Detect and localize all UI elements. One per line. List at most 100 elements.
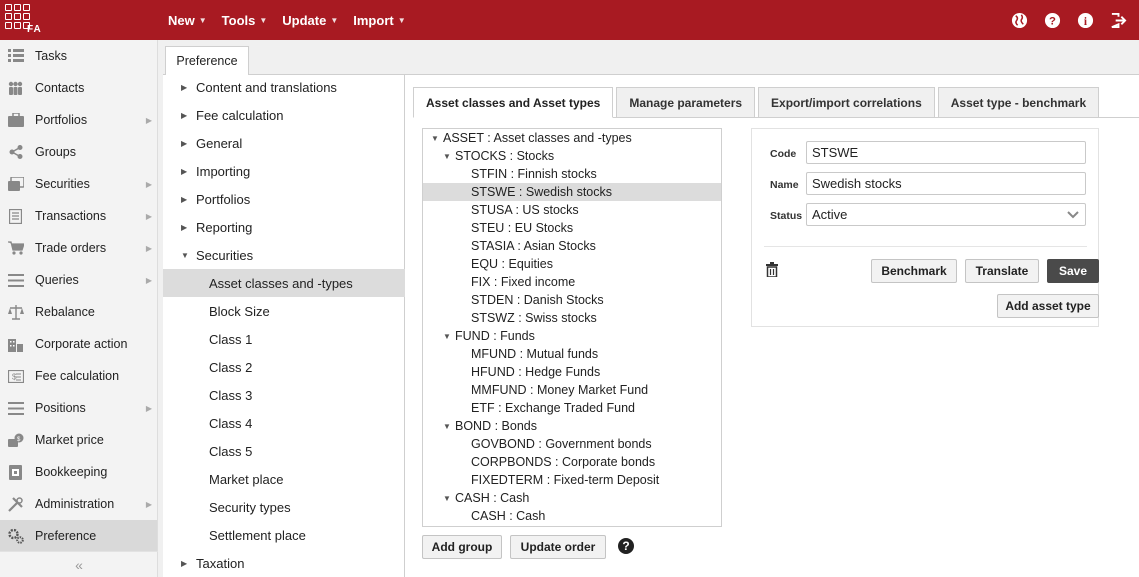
tree-item-settlement-place[interactable]: Settlement place xyxy=(163,521,405,549)
sidebar-item-tasks[interactable]: Tasks xyxy=(0,40,157,72)
sidebar-item-rebalance[interactable]: Rebalance xyxy=(0,296,157,328)
expand-arrow-icon[interactable]: ▶ xyxy=(181,167,193,176)
tree-item-class-5[interactable]: Class 5 xyxy=(163,437,405,465)
app-logo[interactable]: FA xyxy=(5,4,45,36)
translate-button[interactable]: Translate xyxy=(965,259,1039,283)
asset-tree-node[interactable]: ▼ CASH : Cash xyxy=(423,489,721,507)
sidebar-item-groups[interactable]: Groups xyxy=(0,136,157,168)
expand-arrow-icon[interactable]: ▶ xyxy=(181,223,193,232)
sidebar-item-queries[interactable]: Queries ▶ xyxy=(0,264,157,296)
asset-tree-node[interactable]: STSWZ : Swiss stocks xyxy=(423,309,721,327)
asset-tree-node[interactable]: STEU : EU Stocks xyxy=(423,219,721,237)
globe-icon[interactable] xyxy=(1010,11,1028,29)
tree-item-market-place[interactable]: Market place xyxy=(163,465,405,493)
gears-icon xyxy=(7,528,24,545)
tree-item-class-3[interactable]: Class 3 xyxy=(163,381,405,409)
add-asset-type-button[interactable]: Add asset type xyxy=(997,294,1099,318)
sidebar-item-preference[interactable]: Preference xyxy=(0,520,157,552)
list-icon xyxy=(7,48,24,65)
asset-tree-node[interactable]: ETF : Exchange Traded Fund xyxy=(423,399,721,417)
tree-item-securities[interactable]: ▼ Securities xyxy=(163,241,405,269)
asset-tree-node[interactable]: CASH : Cash xyxy=(423,507,721,525)
menu-new[interactable]: New ▼ xyxy=(168,13,207,28)
sidebar-item-portfolios[interactable]: Portfolios ▶ xyxy=(0,104,157,136)
asset-tree-node[interactable]: STFIN : Finnish stocks xyxy=(423,165,721,183)
tree-item-importing[interactable]: ▶ Importing xyxy=(163,157,405,185)
help-icon[interactable]: ? xyxy=(1043,11,1061,29)
expand-arrow-icon[interactable]: ▶ xyxy=(181,111,193,120)
asset-tree-node[interactable]: FIX : Fixed income xyxy=(423,273,721,291)
benchmark-button[interactable]: Benchmark xyxy=(871,259,957,283)
tree-item-taxation[interactable]: ▶ Taxation xyxy=(163,549,405,577)
trash-icon[interactable] xyxy=(766,262,780,278)
code-field[interactable] xyxy=(806,141,1086,164)
asset-tree-node[interactable]: MMFUND : Money Market Fund xyxy=(423,381,721,399)
tree-item-general[interactable]: ▶ General xyxy=(163,129,405,157)
info-icon[interactable]: i xyxy=(1076,11,1094,29)
tree-item-class-1[interactable]: Class 1 xyxy=(163,325,405,353)
logout-icon[interactable] xyxy=(1109,11,1127,29)
tree-item-reporting[interactable]: ▶ Reporting xyxy=(163,213,405,241)
asset-tree-node[interactable]: EQU : Equities xyxy=(423,255,721,273)
collapse-arrow-icon[interactable]: ▼ xyxy=(443,422,455,431)
collapse-arrow-icon[interactable]: ▼ xyxy=(443,332,455,341)
tab-export-import-correlations[interactable]: Export/import correlations xyxy=(758,87,935,118)
collapse-arrow-icon[interactable]: ▼ xyxy=(431,134,443,143)
help-circle-icon[interactable]: ? xyxy=(617,537,635,555)
sidebar-item-securities[interactable]: Securities ▶ xyxy=(0,168,157,200)
menu-update[interactable]: Update ▼ xyxy=(282,13,338,28)
tree-item-fee-calculation[interactable]: ▶ Fee calculation xyxy=(163,101,405,129)
asset-tree-node[interactable]: HFUND : Hedge Funds xyxy=(423,363,721,381)
asset-tree-node[interactable]: GOVBOND : Government bonds xyxy=(423,435,721,453)
sidebar-item-transactions[interactable]: Transactions ▶ xyxy=(0,200,157,232)
asset-tree-node[interactable]: CORPBONDS : Corporate bonds xyxy=(423,453,721,471)
asset-tree-node[interactable]: FIXEDTERM : Fixed-term Deposit xyxy=(423,471,721,489)
sidebar-item-fee-calculation[interactable]: $ Fee calculation xyxy=(0,360,157,392)
tree-item-security-types[interactable]: Security types xyxy=(163,493,405,521)
add-group-button[interactable]: Add group xyxy=(422,535,502,559)
asset-tree-node[interactable]: ▼ BOND : Bonds xyxy=(423,417,721,435)
asset-tree-node[interactable]: ▼ STOCKS : Stocks xyxy=(423,147,721,165)
asset-tree-node-selected[interactable]: STSWE : Swedish stocks xyxy=(423,183,721,201)
tree-item-class-2[interactable]: Class 2 xyxy=(163,353,405,381)
tree-item-asset-classes[interactable]: Asset classes and -types xyxy=(163,269,405,297)
asset-tree-node[interactable]: ▼ ASSET : Asset classes and -types xyxy=(423,129,721,147)
tab-asset-type-benchmark[interactable]: Asset type - benchmark xyxy=(937,87,1100,118)
tools-icon xyxy=(7,496,24,513)
menu-tools[interactable]: Tools ▼ xyxy=(222,13,268,28)
status-select[interactable]: Active xyxy=(806,203,1086,226)
tab-preference[interactable]: Preference xyxy=(165,46,249,75)
collapse-sidebar-button[interactable]: « xyxy=(0,551,158,577)
sidebar-item-bookkeeping[interactable]: Bookkeeping xyxy=(0,456,157,488)
expand-arrow-icon[interactable]: ▶ xyxy=(181,83,193,92)
sidebar-item-market-price[interactable]: $ Market price xyxy=(0,424,157,456)
sidebar-item-contacts[interactable]: Contacts xyxy=(0,72,157,104)
collapse-arrow-icon[interactable]: ▼ xyxy=(443,494,455,503)
collapse-arrow-icon[interactable]: ▼ xyxy=(443,152,455,161)
expand-arrow-icon[interactable]: ▶ xyxy=(181,559,193,568)
sidebar-item-trade-orders[interactable]: Trade orders ▶ xyxy=(0,232,157,264)
tree-item-class-4[interactable]: Class 4 xyxy=(163,409,405,437)
save-button[interactable]: Save xyxy=(1047,259,1099,283)
sidebar-item-administration[interactable]: Administration ▶ xyxy=(0,488,157,520)
chevron-right-icon: ▶ xyxy=(145,243,152,253)
update-order-button[interactable]: Update order xyxy=(510,535,606,559)
collapse-arrow-icon[interactable]: ▼ xyxy=(181,251,193,260)
asset-tree-node[interactable]: MFUND : Mutual funds xyxy=(423,345,721,363)
code-label: Code xyxy=(770,148,797,160)
tree-item-block-size[interactable]: Block Size xyxy=(163,297,405,325)
expand-arrow-icon[interactable]: ▶ xyxy=(181,195,193,204)
tree-item-portfolios[interactable]: ▶ Portfolios xyxy=(163,185,405,213)
asset-tree-node[interactable]: STDEN : Danish Stocks xyxy=(423,291,721,309)
menu-import[interactable]: Import ▼ xyxy=(353,13,405,28)
tree-item-content-and-translations[interactable]: ▶ Content and translations xyxy=(163,73,405,101)
sidebar-item-corporate-action[interactable]: Corporate action xyxy=(0,328,157,360)
sidebar-item-positions[interactable]: Positions ▶ xyxy=(0,392,157,424)
tab-asset-classes[interactable]: Asset classes and Asset types xyxy=(413,87,614,118)
asset-tree-node[interactable]: ▼ FUND : Funds xyxy=(423,327,721,345)
expand-arrow-icon[interactable]: ▶ xyxy=(181,139,193,148)
asset-tree-node[interactable]: STASIA : Asian Stocks xyxy=(423,237,721,255)
asset-tree-node[interactable]: STUSA : US stocks xyxy=(423,201,721,219)
tab-manage-parameters[interactable]: Manage parameters xyxy=(616,87,756,118)
name-field[interactable] xyxy=(806,172,1086,195)
